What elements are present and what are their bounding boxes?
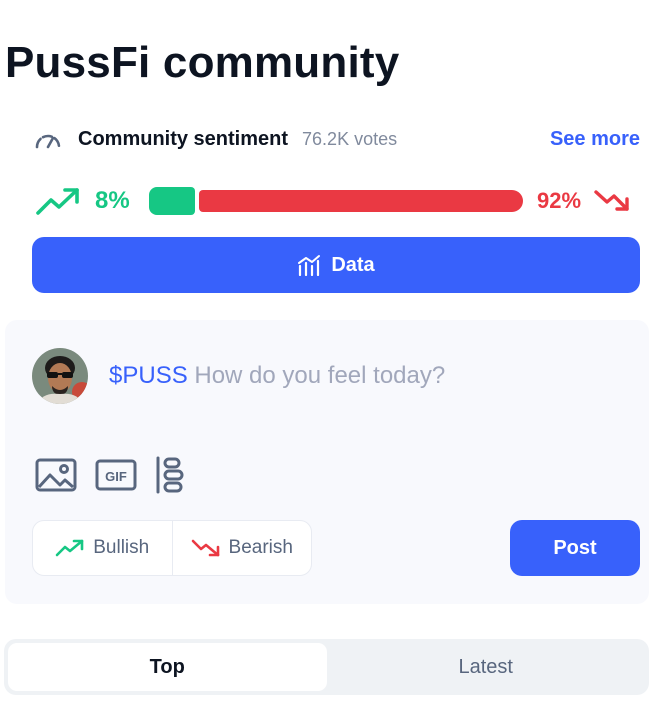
svg-text:GIF: GIF [105,469,127,484]
feed-tabs: Top Latest [4,639,649,695]
bullish-percent: 8% [95,187,130,214]
bearish-button[interactable]: Bearish [171,521,312,575]
sentiment-vote-group: Bullish Bearish [32,520,312,576]
bearish-percent: 92% [537,188,582,213]
tab-latest[interactable]: Latest [327,643,646,691]
bearish-label: Bearish [228,537,293,558]
compose-tools: GIF [35,456,203,494]
trend-down-icon [594,190,629,211]
ticker-tag: $PUSS [109,362,188,389]
avatar [32,348,88,404]
gauge-icon [34,128,62,150]
sentiment-bar: 8% 92% [35,182,640,220]
gif-icon[interactable]: GIF [95,459,137,491]
compose-box: $PUSS How do you feel today? GIF Bullish… [5,320,649,604]
sentiment-header: Community sentiment 76.2K votes See more [34,124,640,154]
bearish-icon [191,539,219,557]
post-placeholder: How do you feel today? [194,362,446,389]
tab-top[interactable]: Top [8,643,327,691]
bullish-icon [55,539,84,557]
poll-icon[interactable] [155,456,185,494]
chart-bars-icon [298,255,321,276]
trend-up-icon [36,188,79,215]
post-input[interactable]: $PUSS How do you feel today? [109,362,445,390]
bullish-label: Bullish [93,537,150,558]
see-more-link[interactable]: See more [550,128,640,151]
bullish-button[interactable]: Bullish [33,521,172,575]
bullish-bar [149,187,195,215]
bearish-bar [199,190,523,212]
sentiment-label: Community sentiment [78,127,289,150]
page-title: PussFi community [5,38,400,87]
data-button[interactable]: Data [32,237,640,293]
data-button-label: Data [331,253,375,276]
post-button[interactable]: Post [510,520,640,576]
sentiment-track [149,187,523,215]
image-icon[interactable] [35,458,77,492]
votes-count: 76.2K votes [302,128,398,149]
